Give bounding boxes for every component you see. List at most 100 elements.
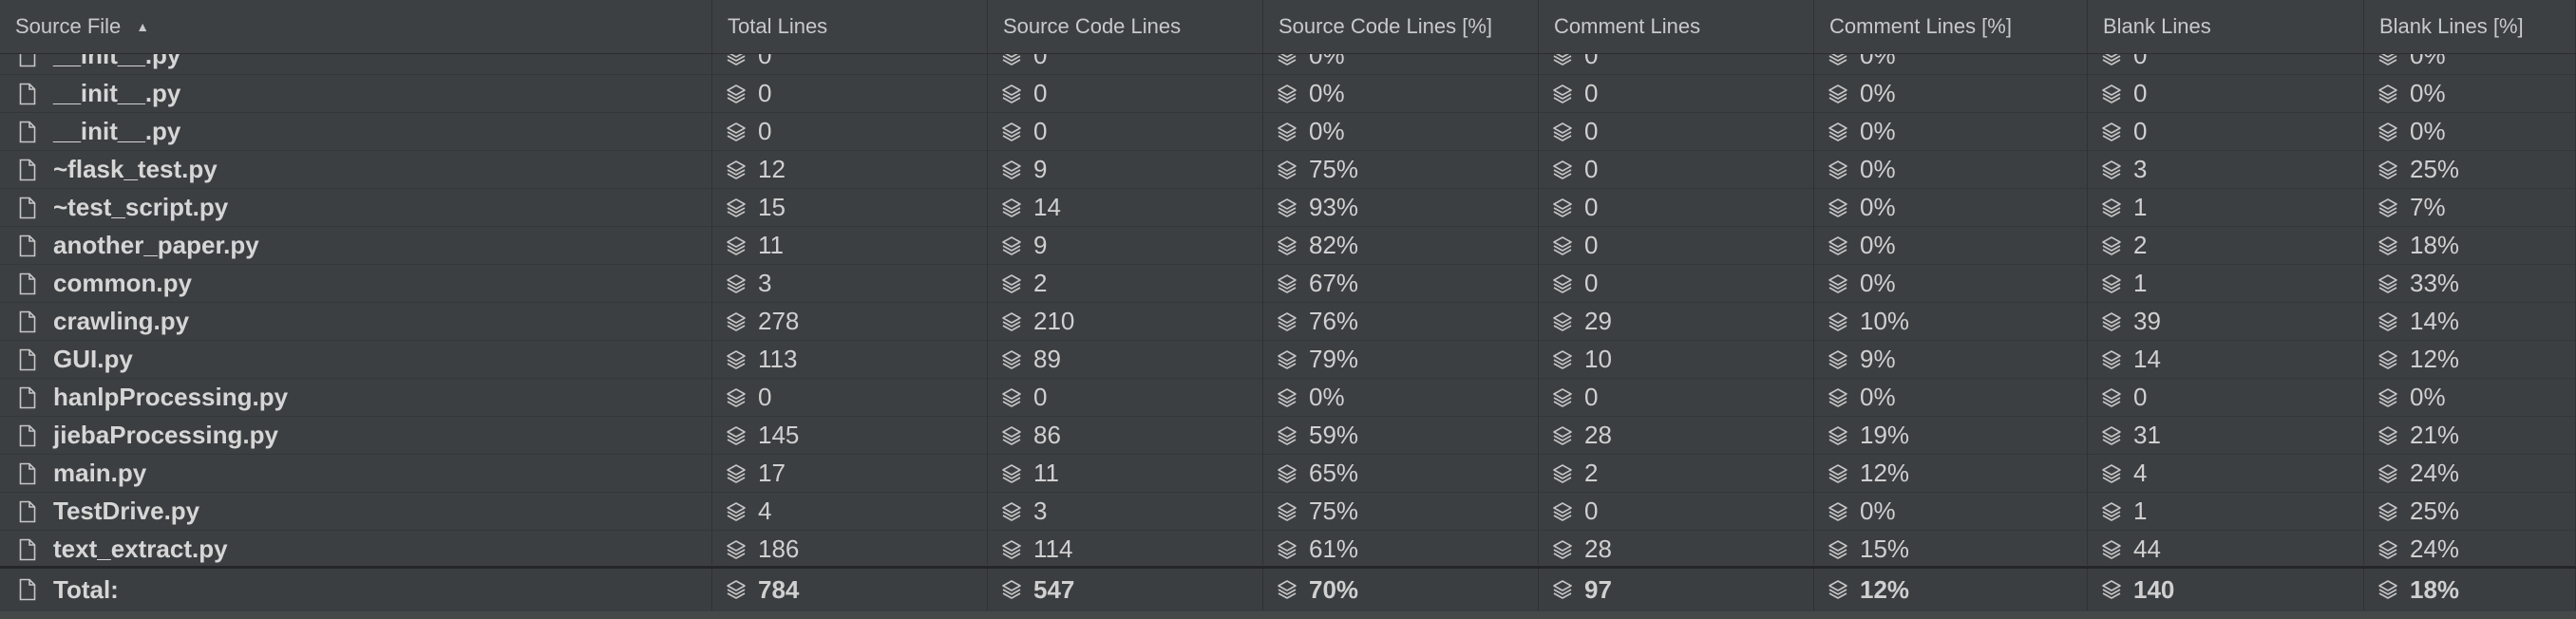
source-file-cell[interactable]: text_extract.py [0,531,712,565]
source-cell: 0 [988,54,1263,75]
layers-icon [727,425,746,445]
comment-value: 10 [1584,345,1612,373]
layers-icon [1828,159,1847,179]
table-row[interactable]: hanlpProcessing.py 0 0 0% 0 0% 0 0% [0,379,2576,417]
column-header-total-lines[interactable]: Total Lines [712,0,988,53]
table-row[interactable]: __init__.py 0 0 0% 0 0% 0 0% [0,54,2576,75]
column-header-comment-pct[interactable]: Comment Lines [%] [1814,0,2088,53]
layers-icon [1828,273,1847,293]
file-icon [19,159,36,180]
blank-cell: 44 [2088,531,2364,565]
source-file-cell[interactable]: GUI.py [0,341,712,379]
layers-icon [1828,122,1847,141]
layers-icon [1002,235,1021,255]
source-file-cell[interactable]: TestDrive.py [0,493,712,531]
layers-icon [1278,349,1297,369]
file-icon [19,234,36,256]
total-value: 15 [758,193,786,221]
blank-cell: 14 [2088,341,2364,379]
layers-icon [1002,197,1021,217]
table-row[interactable]: TestDrive.py 4 3 75% 0 0% 1 25% [0,493,2576,531]
layers-icon [2378,501,2397,521]
total-cell: 0 [712,113,988,151]
source-file-cell[interactable]: __init__.py [0,54,712,75]
layers-icon [1002,54,1021,66]
blank-pct-value: 21% [2410,421,2460,449]
blank-pct-value: 25% [2410,497,2460,525]
source-value: 86 [1033,421,1061,449]
comment-value: 0 [1584,231,1599,259]
blank-value: 44 [2133,535,2161,563]
table-row[interactable]: GUI.py 113 89 79% 10 9% 14 12% [0,341,2576,379]
blank-cell: 0 [2088,75,2364,113]
source-file-cell[interactable]: ~test_script.py [0,189,712,227]
comment-value: 0 [1584,79,1599,107]
comment-pct-value: 0% [1860,54,1896,69]
source-file-cell[interactable]: hanlpProcessing.py [0,379,712,417]
blank-value: 0 [2133,54,2148,69]
table-row[interactable]: ~flask_test.py 12 9 75% 0 0% 3 25% [0,151,2576,189]
table-row[interactable]: common.py 3 2 67% 0 0% 1 33% [0,265,2576,303]
table-row[interactable]: crawling.py 278 210 76% 29 10% 39 14% [0,303,2576,341]
column-header-source-code-pct[interactable]: Source Code Lines [%] [1263,0,1539,53]
layers-icon [2102,311,2121,331]
layers-icon [2102,387,2121,407]
layers-icon [2378,273,2397,293]
comment-pct-value: 10% [1860,307,1910,335]
blank-pct-cell: 24% [2364,455,2576,493]
source-pct-cell: 59% [1263,417,1539,455]
source-file-cell[interactable]: jiebaProcessing.py [0,417,712,455]
blank-pct-value: 25% [2410,155,2460,183]
file-icon [19,578,36,601]
column-header-blank-lines[interactable]: Blank Lines [2088,0,2364,53]
table-body[interactable]: __init__.py 0 0 0% 0 0% 0 0% __init__.py 0 0 0% 0 0% 0… [0,54,2576,565]
column-header-comment-lines[interactable]: Comment Lines [1539,0,1814,53]
source-pct-value: 79% [1309,345,1359,373]
blank-pct-cell: 14% [2364,303,2576,341]
source-file-cell[interactable]: __init__.py [0,113,712,151]
sort-ascending-icon[interactable]: ▲ [136,19,149,34]
column-header-source-file[interactable]: Source File ▲ [0,0,712,53]
blank-cell: 39 [2088,303,2364,341]
blank-pct-cell: 7% [2364,189,2576,227]
layers-icon [2102,349,2121,369]
source-file-cell[interactable]: main.py [0,455,712,493]
table-row[interactable]: text_extract.py 186 114 61% 28 15% 44 24% [0,531,2576,565]
column-header-label: Source File [15,14,122,38]
table-row[interactable]: another_paper.py 11 9 82% 0 0% 2 18% [0,227,2576,265]
comment-value: 0 [1584,193,1599,221]
table-row[interactable]: ~test_script.py 15 14 93% 0 0% 1 7% [0,189,2576,227]
source-value: 0 [1033,79,1048,107]
source-file-cell[interactable]: crawling.py [0,303,712,341]
layers-icon [1828,84,1847,103]
column-header-label: Comment Lines [%] [1829,14,2012,38]
comment-pct-value: 9% [1860,345,1896,373]
source-value: 11 [1033,459,1059,487]
table-row[interactable]: __init__.py 0 0 0% 0 0% 0 0% [0,113,2576,151]
column-header-source-code-lines[interactable]: Source Code Lines [988,0,1263,53]
blank-pct-value: 14% [2410,307,2460,335]
comment-value: 28 [1584,421,1612,449]
layers-icon [1002,463,1021,483]
column-header-label: Blank Lines [2103,14,2211,38]
layers-icon [1553,122,1572,141]
source-file-cell[interactable]: Total: [0,569,712,610]
column-header-blank-pct[interactable]: Blank Lines [%] [2364,0,2576,53]
source-file-cell[interactable]: another_paper.py [0,227,712,265]
comment-pct-value: 0% [1860,383,1896,411]
table-row[interactable]: __init__.py 0 0 0% 0 0% 0 0% [0,75,2576,113]
comment-pct-cell: 12% [1814,455,2088,493]
table-row[interactable]: main.py 17 11 65% 2 12% 4 24% [0,455,2576,493]
total-value: 3 [758,269,772,297]
file-icon [19,83,36,104]
comment-pct-value: 0% [1860,497,1896,525]
layers-icon [1553,159,1572,179]
source-file-cell[interactable]: ~flask_test.py [0,151,712,189]
table-row[interactable]: jiebaProcessing.py 145 86 59% 28 19% 31 21% [0,417,2576,455]
source-file-cell[interactable]: __init__.py [0,75,712,113]
comment-pct-cell: 0% [1814,379,2088,417]
source-value: 14 [1033,193,1061,221]
blank-pct-value: 18% [2410,231,2460,259]
source-file-cell[interactable]: common.py [0,265,712,303]
comment-pct-cell: 15% [1814,531,2088,565]
